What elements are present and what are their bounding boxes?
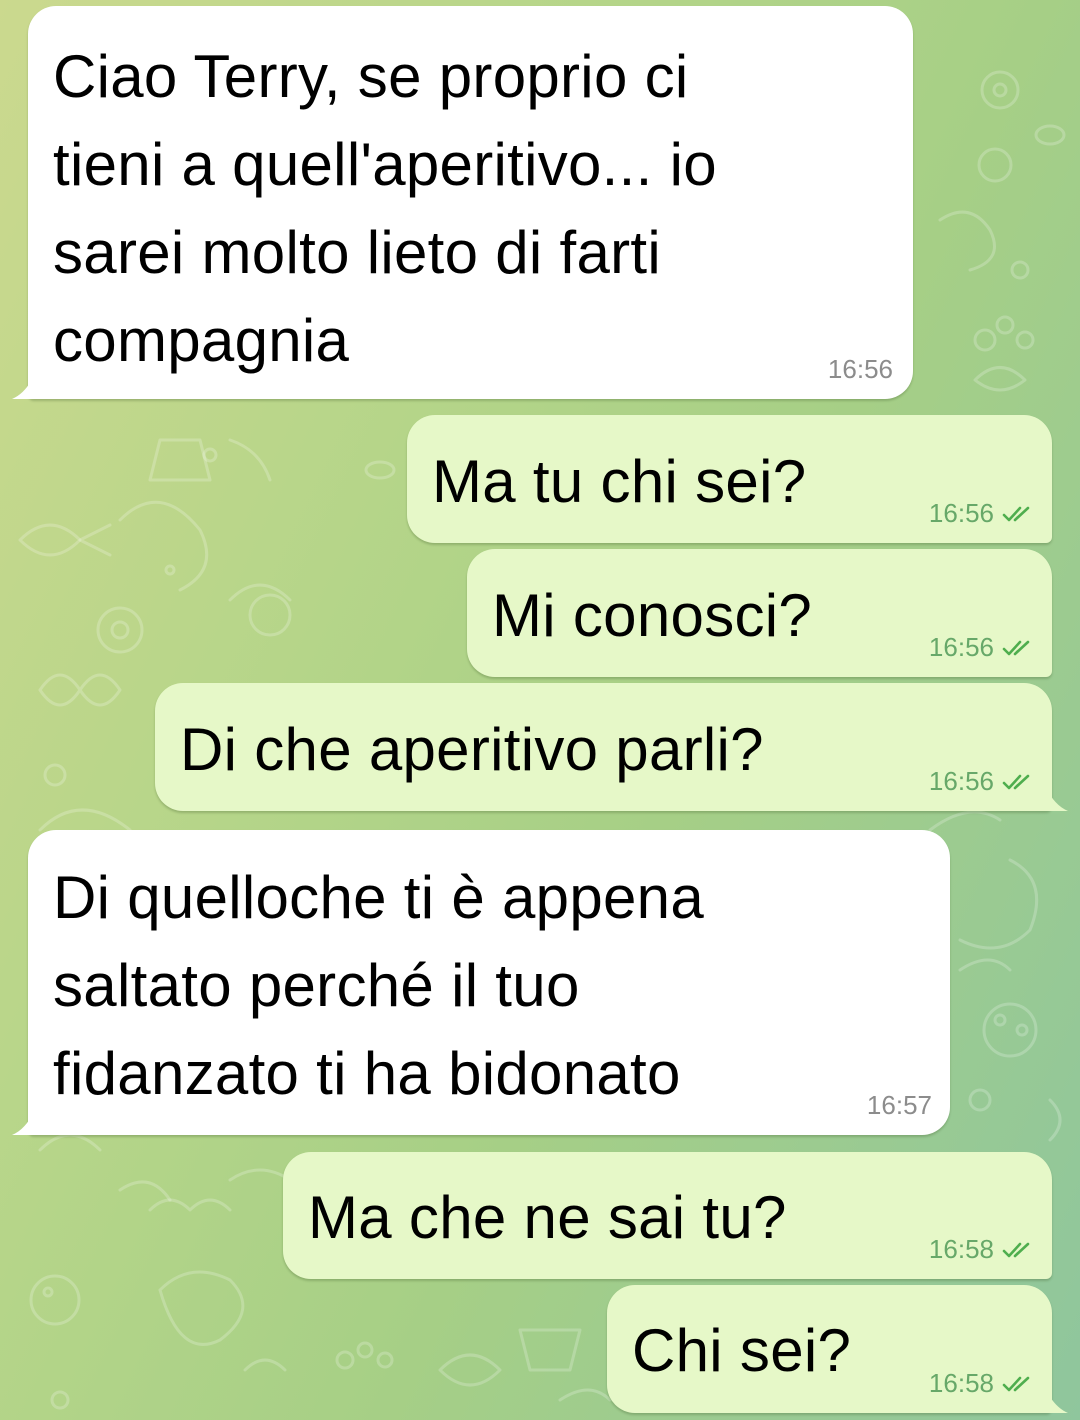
- message-text-line: Mi conosci?: [492, 582, 813, 649]
- message-meta: 16:58: [929, 1234, 1036, 1265]
- message-text-line: fidanzato ti ha bidonato: [53, 1040, 681, 1107]
- double-check-icon: [1002, 640, 1030, 655]
- bubble-tail: [1046, 1389, 1068, 1413]
- message-text-line: Ma tu chi sei?: [432, 448, 807, 515]
- message-timestamp: 16:56: [928, 632, 994, 662]
- message-text-line: sarei molto lieto di farti: [53, 219, 662, 286]
- outgoing-message-bubble[interactable]: Di che aperitivo parli? 16:56: [155, 683, 1068, 811]
- bubble-tail: [1046, 787, 1068, 811]
- message-meta: 16:57: [867, 1090, 932, 1121]
- message-text-line: Chi sei?: [632, 1317, 852, 1384]
- incoming-message-bubble[interactable]: Ciao Terry, se proprio ci tieni a quell'…: [12, 6, 913, 399]
- double-check-icon: [1002, 1376, 1030, 1391]
- message-meta: 16:58: [929, 1368, 1036, 1399]
- message-timestamp: 16:56: [928, 498, 994, 528]
- double-check-icon: [1002, 774, 1030, 789]
- outgoing-message-bubble[interactable]: Chi sei? 16:58: [607, 1285, 1068, 1413]
- message-timestamp: 16:56: [827, 354, 893, 384]
- message-text-line: Di quelloche ti è appena: [53, 864, 704, 931]
- message-meta: 16:56: [929, 766, 1036, 797]
- message-text-line: Ma che ne sai tu?: [308, 1184, 787, 1251]
- outgoing-message-bubble[interactable]: Ma tu chi sei? 16:56: [407, 415, 1052, 543]
- message-meta: 16:56: [929, 498, 1036, 529]
- bubble-tail: [12, 375, 34, 399]
- bubble-tail: [12, 1111, 34, 1135]
- message-text-line: saltato perché il tuo: [53, 952, 580, 1019]
- message-meta: 16:56: [828, 354, 893, 385]
- message-text-line: Di che aperitivo parli?: [180, 716, 764, 783]
- message-timestamp: 16:57: [866, 1090, 932, 1120]
- double-check-icon: [1002, 506, 1030, 521]
- message-timestamp: 16:58: [928, 1368, 994, 1398]
- outgoing-message-bubble[interactable]: Ma che ne sai tu? 16:58: [283, 1152, 1052, 1279]
- double-check-icon: [1002, 1242, 1030, 1257]
- message-text-line: Ciao Terry, se proprio ci: [53, 43, 689, 110]
- message-timestamp: 16:58: [928, 1234, 994, 1264]
- message-timestamp: 16:56: [928, 766, 994, 796]
- message-text-line: compagnia: [53, 307, 350, 374]
- message-meta: 16:56: [929, 632, 1036, 663]
- incoming-message-bubble[interactable]: Di quelloche ti è appena saltato perché …: [12, 830, 950, 1135]
- message-text-line: tieni a quell'aperitivo... io: [53, 131, 717, 198]
- outgoing-message-bubble[interactable]: Mi conosci? 16:56: [467, 549, 1052, 677]
